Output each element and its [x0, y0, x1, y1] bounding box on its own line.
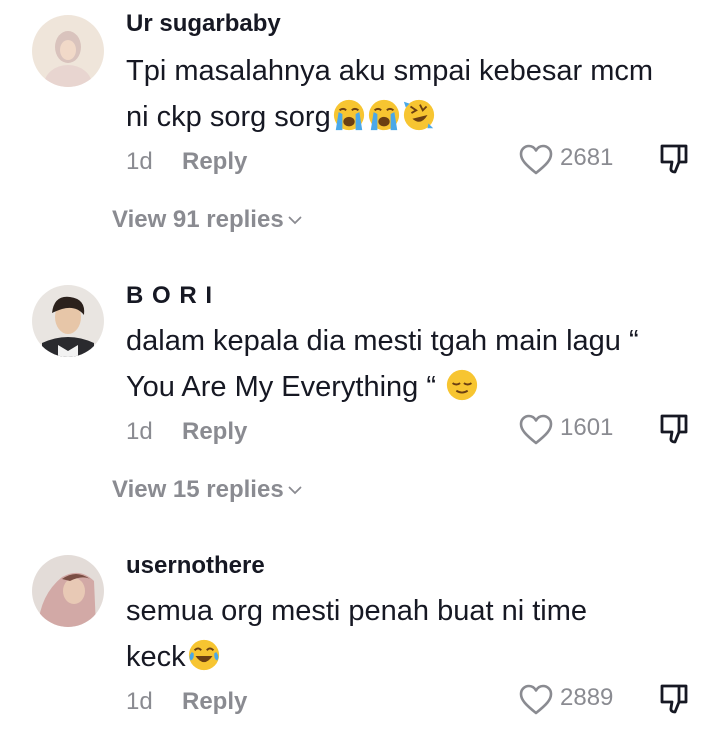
like-button[interactable]: 2889: [518, 680, 618, 720]
view-replies-button[interactable]: View 91 replies: [112, 206, 302, 234]
comment-text-line: dalam kepala dia mesti tgah main lagu “: [126, 325, 639, 357]
thumbs-down-icon: [656, 412, 692, 448]
comment-username[interactable]: usernothere: [126, 552, 265, 580]
comment-timestamp: 1d: [126, 688, 153, 715]
like-button[interactable]: 2681: [518, 140, 618, 180]
comment-username[interactable]: Ur sugarbaby: [126, 10, 281, 38]
comment-text: dalam kepala dia mesti tgah main lagu “ …: [126, 318, 706, 410]
comment-text-line: You Are My Everything “: [126, 364, 706, 410]
rolling-on-floor-laughing-icon: [402, 98, 436, 132]
comment-text-line: keck: [126, 634, 706, 680]
heart-icon: [518, 682, 554, 718]
reply-button[interactable]: Reply: [182, 688, 247, 716]
comment-username[interactable]: B O R I: [126, 282, 213, 310]
thumbs-down-icon: [656, 682, 692, 718]
loudly-crying-face-icon: [332, 98, 366, 132]
comment-text-line: semua org mesti penah buat ni time: [126, 595, 588, 627]
chevron-down-icon: [288, 486, 302, 495]
comment-timestamp: 1d: [126, 418, 153, 445]
comment-text-fragment: keck: [126, 641, 186, 673]
heart-icon: [518, 412, 554, 448]
comment-text-fragment: ni ckp sorg sorg: [126, 101, 331, 133]
avatar[interactable]: [32, 555, 104, 627]
like-count: 2889: [560, 684, 614, 711]
like-button[interactable]: 1601: [518, 410, 618, 450]
comment-text: semua org mesti penah buat ni time keck: [126, 588, 706, 680]
comment-text-fragment: You Are My Everything “: [126, 371, 437, 403]
avatar[interactable]: [32, 15, 104, 87]
like-count: 2681: [560, 144, 614, 171]
avatar[interactable]: [32, 285, 104, 357]
reply-button[interactable]: Reply: [182, 148, 247, 176]
comment-text-line: Tpi masalahnya aku smpai kebesar mcm: [126, 55, 654, 87]
dislike-button[interactable]: [656, 682, 696, 722]
comment-text: Tpi masalahnya aku smpai kebesar mcm ni …: [126, 48, 706, 140]
chevron-down-icon: [288, 216, 302, 225]
view-replies-button[interactable]: View 15 replies: [112, 476, 302, 504]
relieved-face-icon: [445, 368, 479, 402]
face-with-tears-of-joy-icon: [187, 638, 221, 672]
dislike-button[interactable]: [656, 412, 696, 452]
comment-text-line: ni ckp sorg sorg: [126, 94, 706, 140]
view-replies-label: View 91 replies: [112, 206, 284, 233]
heart-icon: [518, 142, 554, 178]
view-replies-label: View 15 replies: [112, 476, 284, 503]
dislike-button[interactable]: [656, 142, 696, 182]
reply-button[interactable]: Reply: [182, 418, 247, 446]
like-count: 1601: [560, 414, 614, 441]
loudly-crying-face-icon: [367, 98, 401, 132]
thumbs-down-icon: [656, 142, 692, 178]
comment-timestamp: 1d: [126, 148, 153, 175]
